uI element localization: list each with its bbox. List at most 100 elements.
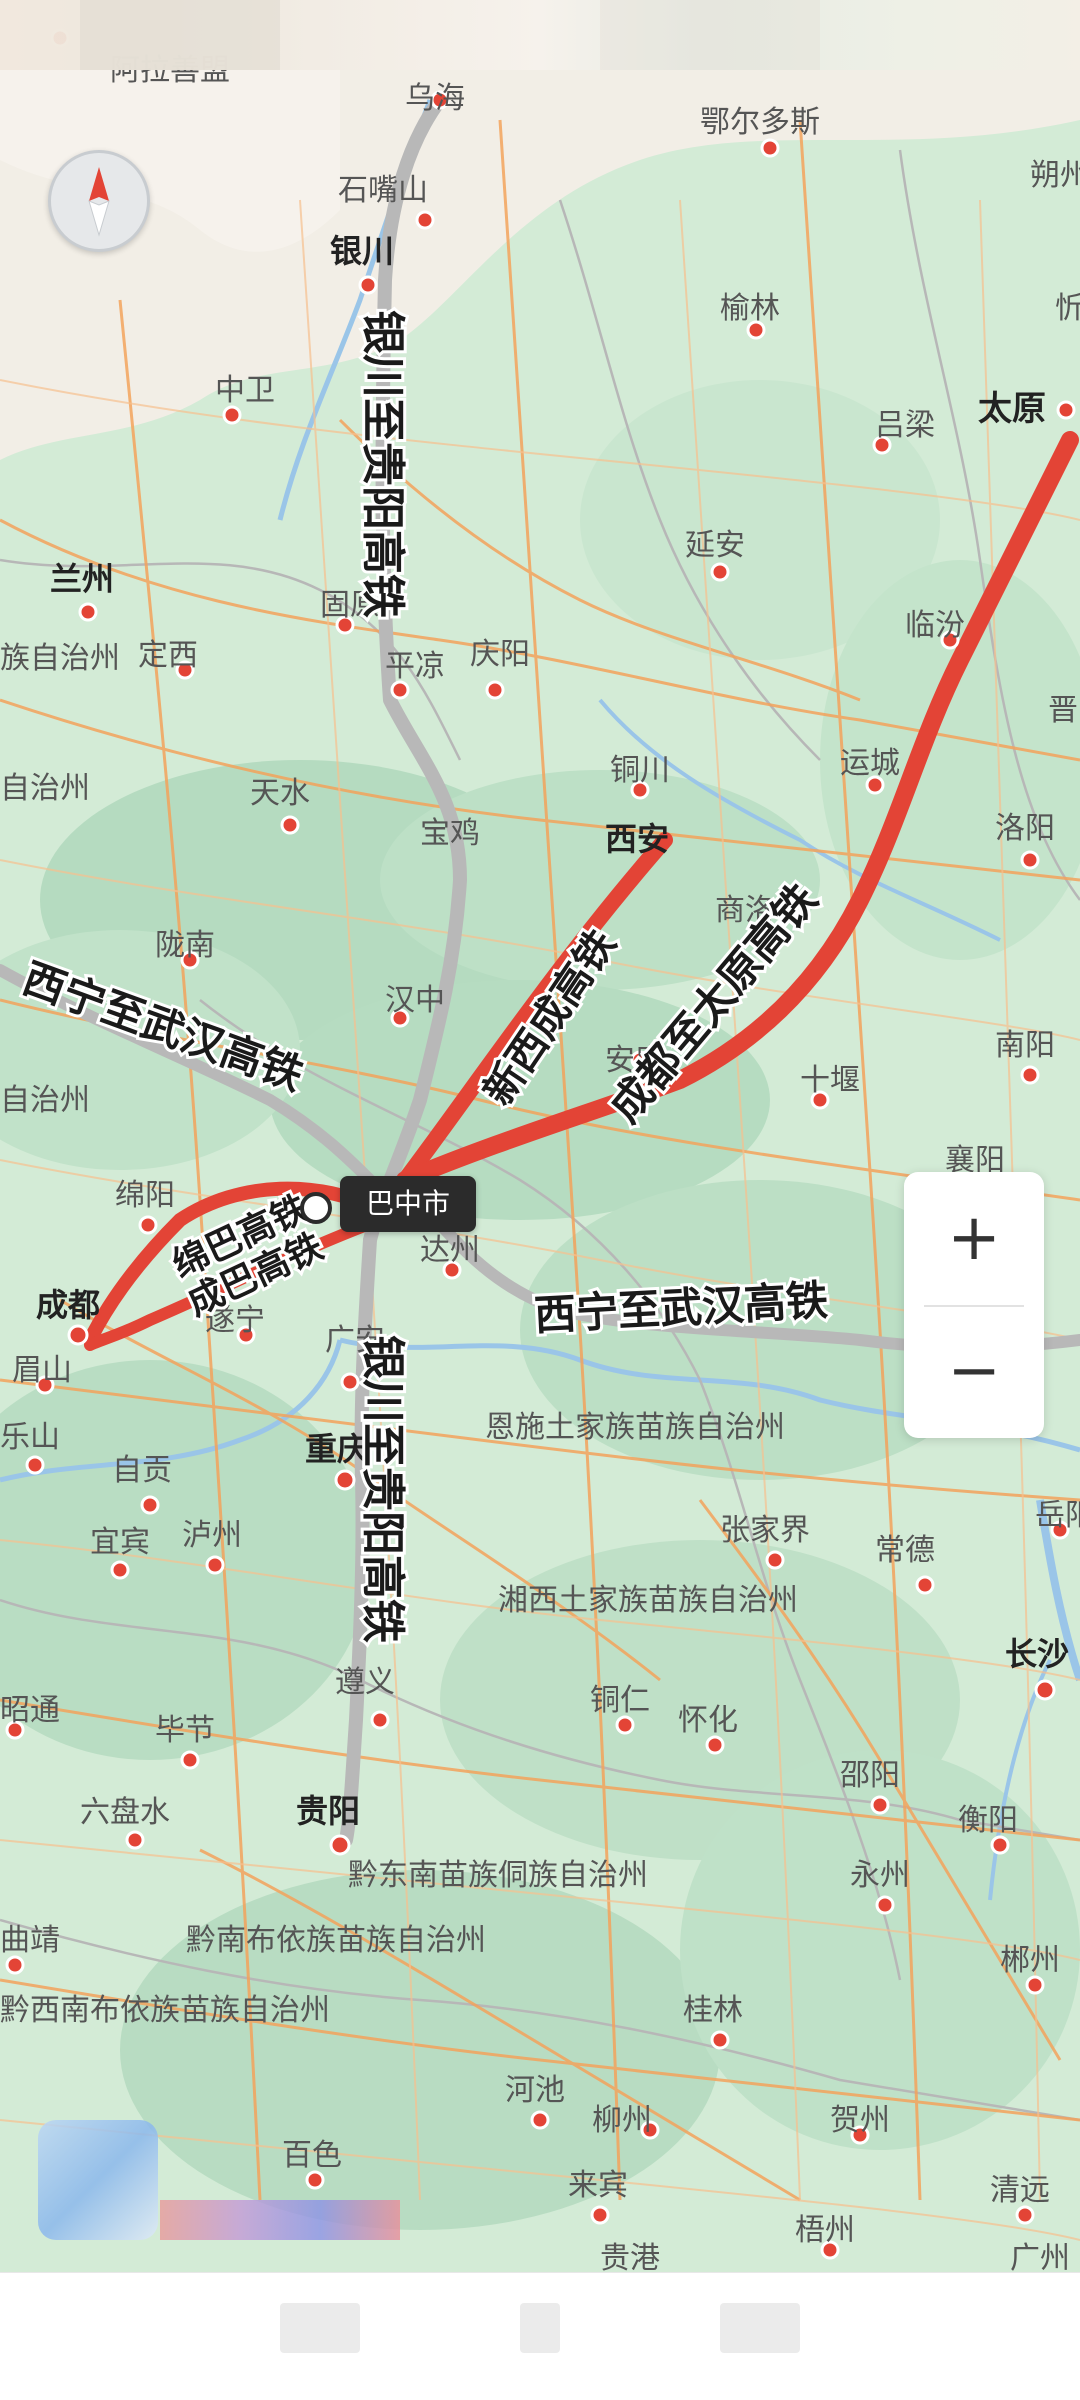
city-dot — [710, 2030, 730, 2050]
city-dot — [765, 1550, 785, 1570]
place-label: 常德 — [875, 1533, 935, 1568]
place-label: 太原 — [978, 389, 1046, 429]
city-dot — [78, 602, 98, 622]
place-label: 汉中 — [385, 983, 445, 1018]
place-label: 湘西土家族苗族自治州 — [498, 1583, 798, 1618]
place-label: 铜仁 — [590, 1683, 650, 1718]
place-label: 榆林 — [720, 291, 780, 326]
city-dot — [615, 1715, 635, 1735]
city-dot — [1020, 1065, 1040, 1085]
zoom-out-button[interactable]: − — [904, 1305, 1044, 1438]
place-label: 天水 — [250, 776, 310, 811]
city-dot — [110, 1560, 130, 1580]
selected-city-badge[interactable]: 巴中市 — [340, 1176, 477, 1232]
place-label: 西安 — [605, 820, 669, 858]
place-label: 朔州 — [1030, 158, 1080, 193]
place-label: 吕梁 — [875, 408, 935, 443]
place-label: 桂林 — [683, 1993, 743, 2028]
place-label: 郴州 — [1000, 1943, 1060, 1978]
zoom-in-button[interactable]: + — [904, 1172, 1044, 1305]
city-dot — [280, 815, 300, 835]
bottom-bar-item-blurred[interactable] — [520, 2303, 560, 2353]
place-label: 自治州 — [0, 1083, 90, 1118]
city-dot — [1020, 850, 1040, 870]
city-dot — [205, 1555, 225, 1575]
place-label: 梧州 — [795, 2213, 855, 2248]
city-dot — [1025, 1975, 1045, 1995]
rail-label-yinchuan-guiyang-north: 银川至贵阳高铁 — [357, 310, 408, 618]
place-label: 银川 — [330, 232, 394, 270]
place-label: 达州 — [420, 1233, 480, 1268]
place-label: 十堰 — [800, 1063, 860, 1098]
city-dot — [1015, 2205, 1035, 2225]
place-label: 张家界 — [720, 1513, 810, 1548]
place-label: 黔东南苗族侗族自治州 — [348, 1858, 648, 1893]
city-dot — [5, 1955, 25, 1975]
city-dot — [25, 1455, 45, 1475]
city-dot — [875, 1895, 895, 1915]
bottom-bar-item-blurred[interactable] — [720, 2303, 800, 2353]
place-label: 贺州 — [830, 2103, 890, 2138]
place-label: 中卫 — [215, 373, 275, 408]
place-label: 六盘水 — [80, 1795, 170, 1830]
blurred-region — [80, 0, 280, 70]
place-label: 柳州 — [592, 2103, 652, 2138]
place-label: 乌海 — [405, 81, 465, 116]
map-app: 阿拉善盟 乌海 鄂尔多斯 朔州 石嘴山 银川 榆林 忻 中卫 吕梁 太原 兰州 … — [0, 0, 1080, 2400]
place-label: 铜川 — [610, 753, 670, 788]
place-label: 河池 — [505, 2073, 565, 2108]
place-label: 贵阳 — [296, 1792, 360, 1830]
place-label: 陇南 — [155, 928, 215, 963]
city-dot — [530, 2110, 550, 2130]
place-label: 贵港 — [600, 2241, 660, 2276]
compass-button[interactable] — [48, 150, 150, 252]
selected-city-pin[interactable] — [300, 1192, 332, 1224]
place-label: 眉山 — [12, 1353, 72, 1388]
city-dot — [305, 2170, 325, 2190]
rail-label-yinchuan-guiyang-south: 银川至贵阳高铁 — [357, 1335, 408, 1643]
city-dot — [138, 1215, 158, 1235]
city-dot — [485, 680, 505, 700]
city-dot — [870, 1795, 890, 1815]
place-label: 遵义 — [335, 1665, 395, 1700]
place-label: 百色 — [282, 2138, 342, 2173]
city-dot — [390, 680, 410, 700]
city-dot — [1034, 1679, 1056, 1701]
place-label: 来宾 — [568, 2168, 628, 2203]
place-label: 定西 — [138, 638, 198, 673]
map-attribution-blurred — [160, 2200, 400, 2240]
place-label: 泸州 — [182, 1518, 242, 1553]
place-label: 黔西南布依族苗族自治州 — [0, 1993, 330, 2028]
place-label: 庆阳 — [470, 637, 530, 672]
place-label: 石嘴山 — [338, 173, 428, 208]
place-label: 岳阳 — [1035, 1498, 1080, 1533]
place-label: 衡阳 — [958, 1803, 1018, 1838]
place-label: 运城 — [840, 746, 900, 781]
place-label: 毕节 — [155, 1713, 215, 1748]
place-label: 族自治州 — [0, 641, 120, 676]
city-dot — [334, 1469, 356, 1491]
place-label: 平凉 — [385, 649, 445, 684]
place-label: 广州 — [1010, 2241, 1070, 2276]
city-dot — [358, 275, 378, 295]
place-label: 洛阳 — [995, 811, 1055, 846]
compass-icon — [88, 167, 110, 237]
place-label: 昭通 — [0, 1693, 60, 1728]
place-label: 邵阳 — [840, 1758, 900, 1793]
city-dot — [67, 1324, 89, 1346]
place-label: 兰州 — [50, 560, 114, 598]
city-dot — [125, 1830, 145, 1850]
place-label: 绵阳 — [115, 1178, 175, 1213]
place-label: 清远 — [990, 2173, 1050, 2208]
city-dot — [990, 1835, 1010, 1855]
place-label: 鄂尔多斯 — [700, 105, 820, 140]
place-label: 临汾 — [905, 608, 965, 643]
city-dot — [760, 138, 780, 158]
place-label: 南阳 — [995, 1028, 1055, 1063]
bottom-bar-item-blurred[interactable] — [280, 2303, 360, 2353]
city-dot — [329, 1834, 351, 1856]
place-label: 乐山 — [0, 1420, 60, 1455]
city-dot — [915, 1575, 935, 1595]
place-label: 晋 — [1048, 693, 1078, 728]
map-logo-blurred — [38, 2120, 158, 2240]
